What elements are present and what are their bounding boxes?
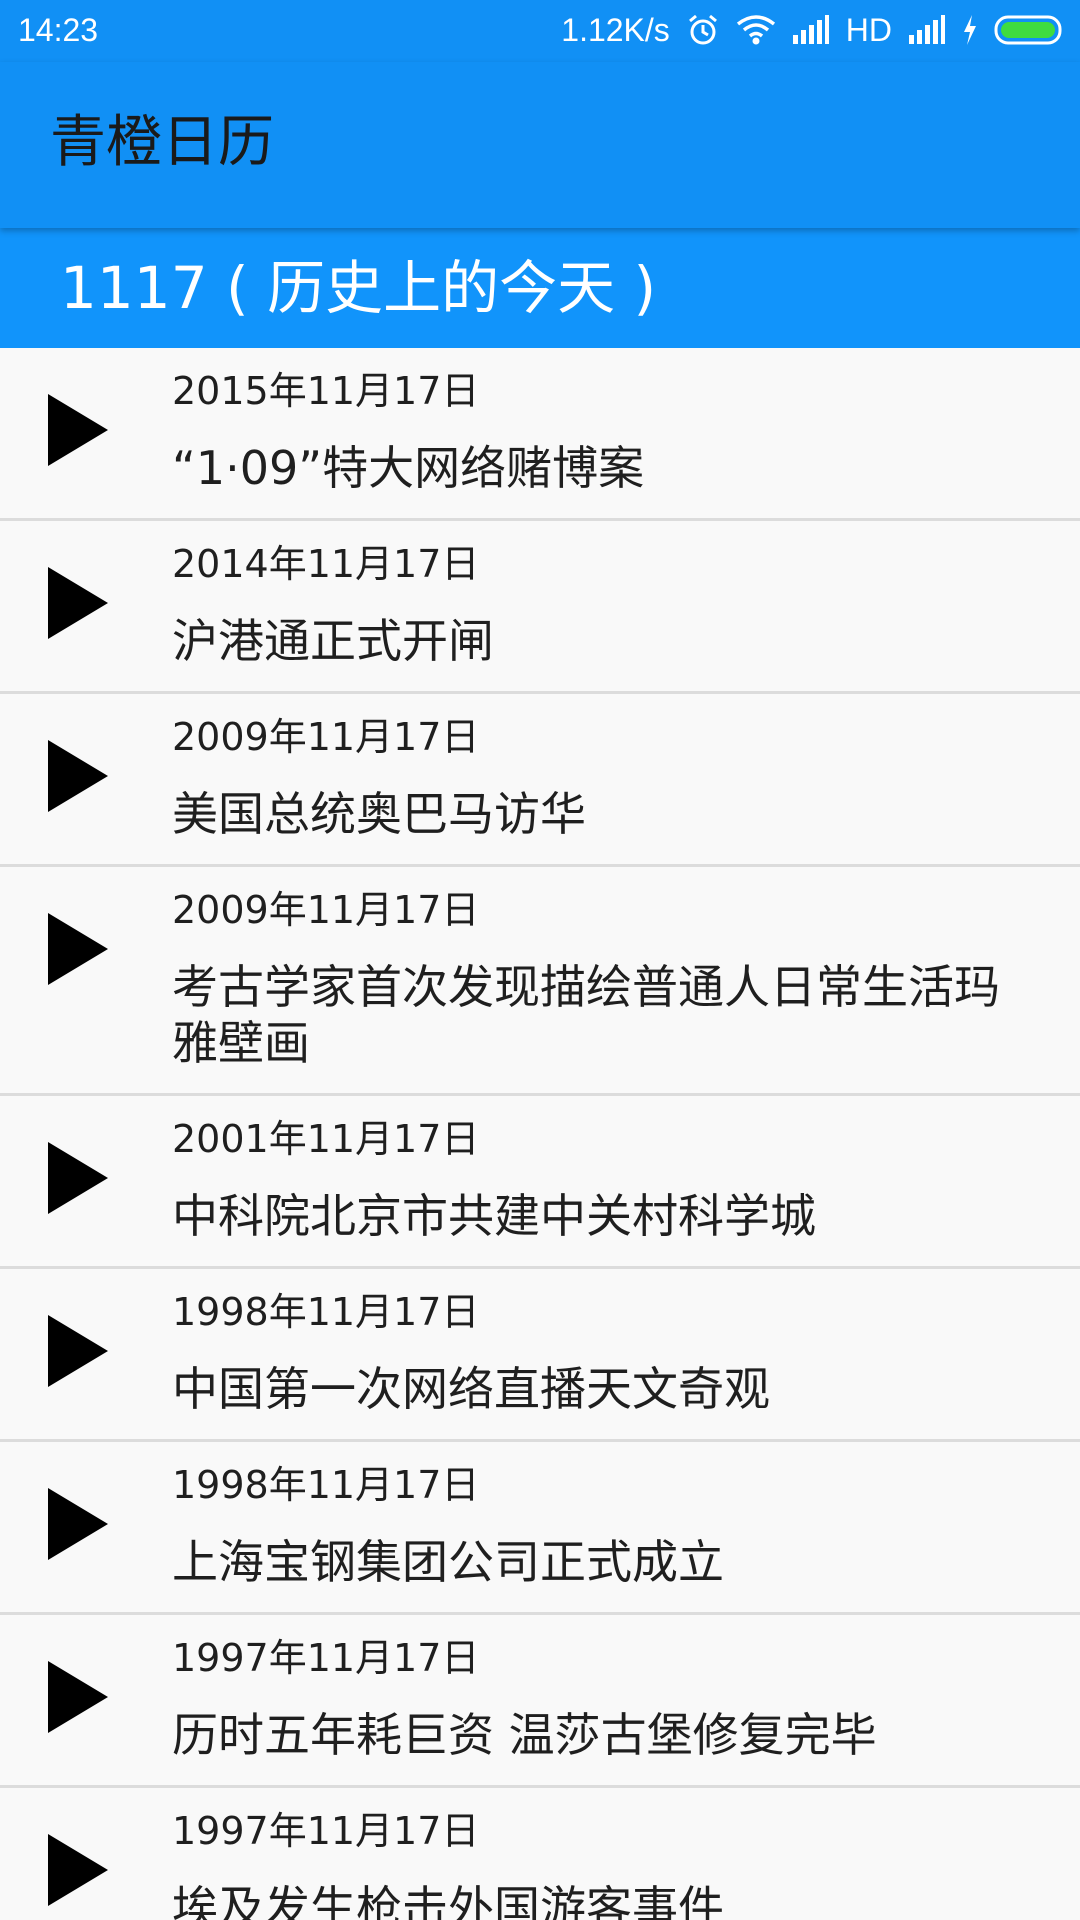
play-icon[interactable]	[46, 1832, 110, 1908]
play-icon[interactable]	[46, 738, 110, 814]
status-bar: 14:23 1.12K/s HD	[0, 0, 1080, 62]
event-date: 2001年11月17日	[172, 1117, 480, 1161]
play-icon[interactable]	[46, 392, 110, 468]
section-header: 1117 ( 历史上的今天 )	[0, 228, 1080, 348]
event-title: 中国第一次网络直播天文奇观	[172, 1362, 770, 1416]
list-item[interactable]: 1998年11月17日 中国第一次网络直播天文奇观	[0, 1269, 1080, 1442]
list-item[interactable]: 1997年11月17日 埃及发生枪击外国游客事件	[0, 1788, 1080, 1920]
event-title: 沪港通正式开闸	[172, 614, 494, 668]
list-item[interactable]: 1998年11月17日 上海宝钢集团公司正式成立	[0, 1442, 1080, 1615]
wifi-icon	[736, 14, 776, 46]
event-title: 上海宝钢集团公司正式成立	[172, 1535, 724, 1589]
event-date: 2014年11月17日	[172, 542, 480, 586]
event-date: 1998年11月17日	[172, 1290, 480, 1334]
event-title: “1·09”特大网络赌博案	[172, 441, 645, 495]
network-speed: 1.12K/s	[561, 11, 670, 48]
status-time: 14:23	[18, 12, 99, 48]
event-date: 1997年11月17日	[172, 1809, 480, 1853]
event-title: 埃及发生枪击外国游客事件	[172, 1881, 724, 1920]
charging-icon	[962, 15, 978, 45]
list-item[interactable]: 2009年11月17日 考古学家首次发现描绘普通人日常生活玛雅壁画	[0, 867, 1080, 1096]
battery-icon	[994, 15, 1066, 45]
list-item[interactable]: 2015年11月17日 “1·09”特大网络赌博案	[0, 348, 1080, 521]
hd-label: HD	[845, 11, 892, 48]
event-date: 1998年11月17日	[172, 1463, 480, 1507]
list-item[interactable]: 2001年11月17日 中科院北京市共建中关村科学城	[0, 1096, 1080, 1269]
event-date: 1997年11月17日	[172, 1636, 480, 1680]
event-date: 2015年11月17日	[172, 369, 480, 413]
status-indicators: 1.12K/s HD	[561, 8, 1066, 52]
event-date: 2009年11月17日	[172, 888, 480, 932]
play-icon[interactable]	[46, 1659, 110, 1735]
signal-icon	[908, 15, 946, 45]
app-bar: 青橙日历	[0, 62, 1080, 228]
play-icon[interactable]	[46, 1313, 110, 1389]
event-list[interactable]: 2015年11月17日 “1·09”特大网络赌博案 2014年11月17日 沪港…	[0, 348, 1080, 1920]
list-item[interactable]: 1997年11月17日 历时五年耗巨资 温莎古堡修复完毕	[0, 1615, 1080, 1788]
list-item[interactable]: 2009年11月17日 美国总统奥巴马访华	[0, 694, 1080, 867]
list-item[interactable]: 2014年11月17日 沪港通正式开闸	[0, 521, 1080, 694]
event-title: 中科院北京市共建中关村科学城	[172, 1189, 816, 1243]
event-title: 美国总统奥巴马访华	[172, 787, 586, 841]
app-title: 青橙日历	[50, 110, 274, 175]
alarm-icon	[686, 13, 720, 47]
event-title: 历时五年耗巨资 温莎古堡修复完毕	[172, 1708, 877, 1762]
play-icon[interactable]	[46, 911, 110, 987]
play-icon[interactable]	[46, 1486, 110, 1562]
play-icon[interactable]	[46, 1140, 110, 1216]
signal-icon	[792, 15, 830, 45]
event-title: 考古学家首次发现描绘普通人日常生活玛雅壁画	[172, 960, 1000, 1070]
play-icon[interactable]	[46, 565, 110, 641]
section-title: 1117 ( 历史上的今天 )	[60, 254, 657, 322]
event-date: 2009年11月17日	[172, 715, 480, 759]
